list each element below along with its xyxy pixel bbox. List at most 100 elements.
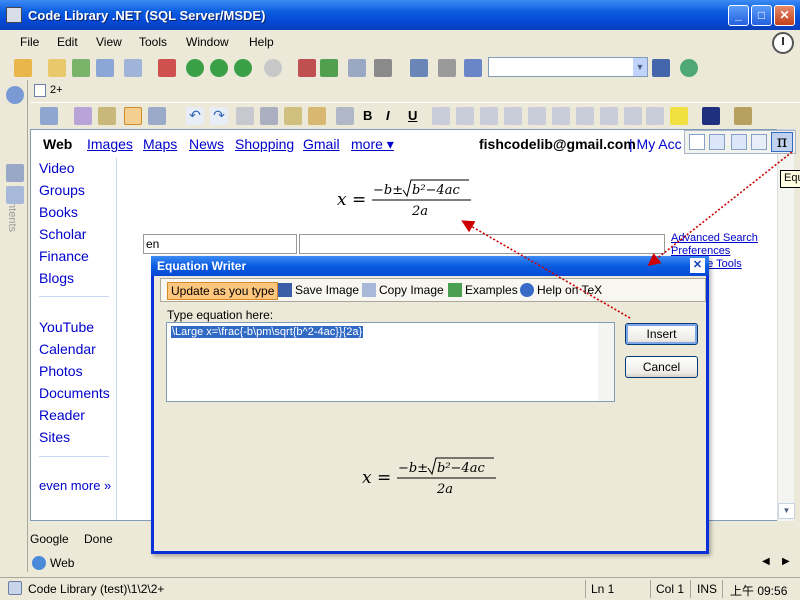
insert-object-icon[interactable] (734, 107, 752, 125)
save-image-button[interactable]: Save Image (275, 282, 362, 300)
maximize-button[interactable]: □ (751, 5, 772, 26)
bullet-list-icon[interactable] (552, 107, 570, 125)
tree-icon[interactable] (6, 164, 24, 182)
justify-icon[interactable] (504, 107, 522, 125)
redo-icon[interactable]: ↷ (210, 107, 228, 125)
nav-maps[interactable]: Maps (143, 136, 177, 152)
refresh-icon[interactable] (72, 59, 90, 77)
nav-gmail[interactable]: Gmail (303, 136, 340, 152)
fullscreen-icon[interactable] (410, 59, 428, 77)
tab-left-arrow[interactable]: ◀ (762, 556, 770, 567)
search-combo[interactable]: ▼ (488, 57, 648, 77)
copy-image-button[interactable]: Copy Image (359, 282, 447, 300)
side-link-even-more[interactable]: even more » (39, 478, 111, 493)
nav-shopping[interactable]: Shopping (235, 136, 294, 152)
font-grow-icon[interactable] (624, 107, 642, 125)
google-search-input[interactable] (299, 234, 665, 254)
highlight-icon[interactable] (670, 107, 688, 125)
scroll-down-arrow[interactable]: ▼ (778, 503, 795, 519)
nav-forward-icon[interactable] (234, 59, 252, 77)
layout-icon[interactable] (148, 107, 166, 125)
menu-view[interactable]: View (96, 35, 122, 49)
menu-file[interactable]: File (20, 35, 39, 49)
sync-icon[interactable] (680, 59, 698, 77)
copy-icon[interactable] (96, 59, 114, 77)
equation-pi-icon[interactable]: π (771, 132, 793, 152)
document-formula[interactable]: x = −b± b²−4ac 2a (337, 178, 477, 221)
language-field[interactable]: en (143, 234, 297, 254)
dialog-close-icon[interactable]: ✕ (690, 258, 705, 273)
side-link-calendar[interactable]: Calendar (39, 341, 96, 357)
side-link-blogs[interactable]: Blogs (39, 270, 74, 286)
table-icon[interactable] (98, 107, 116, 125)
insert-table-icon[interactable] (709, 134, 725, 150)
tools-icon[interactable] (438, 59, 456, 77)
side-link-youtube[interactable]: YouTube (39, 319, 94, 335)
align-center-icon[interactable] (456, 107, 474, 125)
side-link-reader[interactable]: Reader (39, 407, 85, 423)
back-icon[interactable] (6, 86, 24, 104)
my-account-link[interactable]: | My Acc (629, 136, 682, 152)
side-link-documents[interactable]: Documents (39, 385, 110, 401)
side-link-scholar[interactable]: Scholar (39, 226, 86, 242)
tab-right-arrow[interactable]: ▶ (782, 556, 790, 567)
side-link-video[interactable]: Video (39, 160, 75, 176)
export-icon[interactable] (348, 59, 366, 77)
open-folder-icon[interactable] (14, 59, 32, 77)
indent-icon[interactable] (320, 59, 338, 77)
advanced-search-link[interactable]: Advanced Search (671, 232, 758, 244)
insert-image-icon[interactable] (40, 107, 58, 125)
update-as-you-type-button[interactable]: Update as you type (167, 282, 279, 300)
nav-images[interactable]: Images (87, 136, 133, 152)
new-folder-icon[interactable] (48, 59, 66, 77)
side-link-finance[interactable]: Finance (39, 248, 89, 264)
nav-back-icon[interactable] (264, 59, 282, 77)
minimize-button[interactable]: _ (728, 5, 749, 26)
clock-icon[interactable] (772, 32, 794, 54)
indent-right-icon[interactable] (600, 107, 618, 125)
side-link-sites[interactable]: Sites (39, 429, 70, 445)
document-tab[interactable]: 2+ (50, 84, 63, 96)
cancel-button[interactable]: Cancel (625, 356, 698, 378)
outdent-icon[interactable] (576, 107, 594, 125)
italic-button[interactable]: I (386, 108, 390, 123)
close-button[interactable]: ✕ (774, 5, 795, 26)
menu-tools[interactable]: Tools (139, 35, 167, 49)
insert-grid-icon[interactable] (731, 134, 747, 150)
menu-edit[interactable]: Edit (57, 35, 78, 49)
nav-down-icon[interactable] (210, 59, 228, 77)
align-right-icon[interactable] (480, 107, 498, 125)
nav-more[interactable]: more ▾ (351, 136, 394, 153)
font-color-icon[interactable] (702, 107, 720, 125)
cut-icon[interactable] (260, 107, 278, 125)
find-in-icon[interactable] (464, 59, 482, 77)
menu-help[interactable]: Help (249, 35, 274, 49)
paste-icon[interactable] (308, 107, 326, 125)
insert-frame-icon[interactable] (689, 134, 705, 150)
side-link-groups[interactable]: Groups (39, 182, 85, 198)
chevron-down-icon[interactable]: ▼ (633, 58, 647, 76)
print-icon[interactable] (374, 59, 392, 77)
font-shrink-icon[interactable] (646, 107, 664, 125)
undo-icon[interactable]: ↶ (186, 107, 204, 125)
dom-icon[interactable] (236, 107, 254, 125)
style-icon[interactable] (74, 107, 92, 125)
bold-button[interactable]: B (363, 108, 372, 123)
numbered-list-icon[interactable] (528, 107, 546, 125)
new-item-icon[interactable] (124, 59, 142, 77)
underline-button[interactable]: U (408, 108, 417, 123)
examples-button[interactable]: Examples (445, 282, 521, 300)
move-icon[interactable] (298, 59, 316, 77)
edit-mode-icon[interactable] (124, 107, 142, 125)
insert-button[interactable]: Insert (625, 323, 698, 345)
copy-format-icon[interactable] (284, 107, 302, 125)
align-left-icon[interactable] (432, 107, 450, 125)
side-link-books[interactable]: Books (39, 204, 78, 220)
help-on-tex-button[interactable]: Help on TeX (517, 282, 605, 300)
insert-date-icon[interactable] (751, 134, 767, 150)
side-link-photos[interactable]: Photos (39, 363, 83, 379)
add-icon[interactable] (6, 186, 24, 204)
nav-web[interactable]: Web (43, 136, 72, 152)
web-tab[interactable]: Web (50, 556, 74, 570)
delete-icon[interactable] (158, 59, 176, 77)
